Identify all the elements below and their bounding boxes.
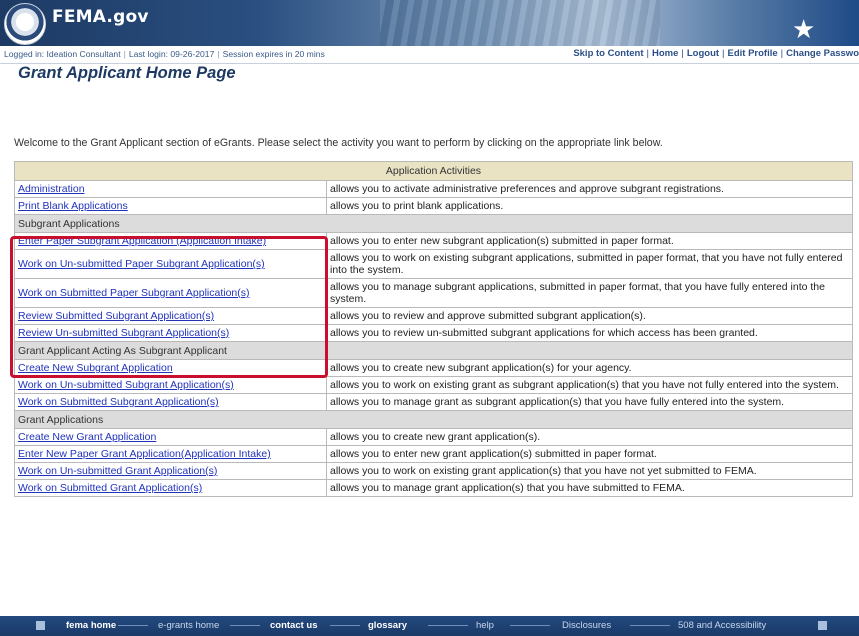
- work-on-unsubmitted-grant-link[interactable]: Work on Un-submitted Grant Application(s…: [18, 465, 217, 477]
- footer-square-icon: [36, 621, 45, 630]
- table-header: Application Activities: [14, 161, 853, 181]
- table-row: Enter Paper Subgrant Application (Applic…: [14, 232, 853, 250]
- row-description: allows you to work on existing subgrant …: [326, 249, 853, 279]
- print-blank-applications-link[interactable]: Print Blank Applications: [18, 200, 128, 212]
- section-row-acting-as-subgrant: Grant Applicant Acting As Subgrant Appli…: [14, 341, 853, 360]
- work-on-submitted-grant-link[interactable]: Work on Submitted Grant Application(s): [18, 482, 202, 494]
- session-expiry-text: Session expires in 20 mins: [222, 49, 325, 59]
- footer-disclosures-link[interactable]: Disclosures: [562, 620, 611, 631]
- footer-egrants-home-link[interactable]: e-grants home: [158, 620, 219, 631]
- edit-profile-link[interactable]: Edit Profile: [728, 48, 778, 59]
- table-row: Work on Un-submitted Subgrant Applicatio…: [14, 376, 853, 394]
- work-on-submitted-subgrant-link[interactable]: Work on Submitted Subgrant Application(s…: [18, 396, 219, 408]
- row-description: allows you to enter new grant applicatio…: [326, 445, 853, 463]
- table-row: Print Blank Applications allows you to p…: [14, 197, 853, 215]
- enter-new-paper-grant-application-link[interactable]: Enter New Paper Grant Application(Applic…: [18, 448, 271, 460]
- footer-square-icon: [818, 621, 827, 630]
- section-title: Grant Applications: [14, 410, 853, 429]
- home-link[interactable]: Home: [652, 48, 678, 59]
- table-row: Create New Subgrant Application allows y…: [14, 359, 853, 377]
- change-password-link[interactable]: Change Passwo: [786, 48, 859, 59]
- footer-fema-home-link[interactable]: fema home: [66, 620, 116, 631]
- last-login-text: Last login: 09-26-2017: [128, 49, 215, 59]
- enter-paper-subgrant-application-link[interactable]: Enter Paper Subgrant Application (Applic…: [18, 235, 266, 247]
- footer-508-accessibility-link[interactable]: 508 and Accessibility: [678, 620, 766, 631]
- session-info: Logged in: Ideation Consultant | Last logi…: [4, 49, 325, 59]
- table-row: Work on Submitted Grant Application(s) a…: [14, 479, 853, 497]
- section-title: Subgrant Applications: [14, 214, 853, 233]
- administration-link[interactable]: Administration: [18, 183, 85, 195]
- row-description: allows you to work on existing grant as …: [326, 376, 853, 394]
- status-strip: Logged in: Ideation Consultant | Last logi…: [0, 46, 859, 64]
- table-row: Work on Un-submitted Paper Subgrant Appl…: [14, 249, 853, 279]
- create-new-subgrant-application-link[interactable]: Create New Subgrant Application: [18, 362, 173, 374]
- application-activities-table: Application Activities Administration al…: [14, 161, 853, 497]
- row-description: allows you to manage grant application(s…: [326, 479, 853, 497]
- table-row: Review Submitted Subgrant Application(s)…: [14, 307, 853, 325]
- row-description: allows you to manage grant as subgrant a…: [326, 393, 853, 411]
- review-submitted-subgrant-link[interactable]: Review Submitted Subgrant Application(s): [18, 310, 214, 322]
- dhs-seal-icon: [4, 3, 46, 45]
- footer-bar: fema home e-grants home contact us gloss…: [0, 616, 859, 636]
- section-row-grant-applications: Grant Applications: [14, 410, 853, 429]
- row-description: allows you to review un-submitted subgra…: [326, 324, 853, 342]
- row-description: allows you to create new subgrant applic…: [326, 359, 853, 377]
- row-description: allows you to print blank applications.: [326, 197, 853, 215]
- row-description: allows you to review and approve submitt…: [326, 307, 853, 325]
- logged-in-text: Logged in: Ideation Consultant: [4, 49, 121, 59]
- work-on-unsubmitted-paper-subgrant-link[interactable]: Work on Un-submitted Paper Subgrant Appl…: [18, 258, 265, 270]
- section-title: Grant Applicant Acting As Subgrant Appli…: [14, 341, 853, 360]
- create-new-grant-application-link[interactable]: Create New Grant Application: [18, 431, 156, 443]
- footer-glossary-link[interactable]: glossary: [368, 620, 407, 631]
- work-on-unsubmitted-subgrant-link[interactable]: Work on Un-submitted Subgrant Applicatio…: [18, 379, 234, 391]
- row-description: allows you to create new grant applicati…: [326, 428, 853, 446]
- table-row: Work on Un-submitted Grant Application(s…: [14, 462, 853, 480]
- footer-help-link[interactable]: help: [476, 620, 494, 631]
- banner-photo: [380, 0, 660, 46]
- logout-link[interactable]: Logout: [687, 48, 719, 59]
- footer-contact-us-link[interactable]: contact us: [270, 620, 318, 631]
- header-banner: FEMA.gov ★: [0, 0, 859, 46]
- row-description: allows you to manage subgrant applicatio…: [326, 278, 853, 308]
- welcome-text: Welcome to the Grant Applicant section o…: [14, 137, 663, 149]
- star-icon: ★: [792, 14, 816, 44]
- page-title: Grant Applicant Home Page: [18, 64, 236, 82]
- section-row-subgrant-applications: Subgrant Applications: [14, 214, 853, 233]
- row-description: allows you to work on existing grant app…: [326, 462, 853, 480]
- work-on-submitted-paper-subgrant-link[interactable]: Work on Submitted Paper Subgrant Applica…: [18, 287, 250, 299]
- top-nav: Skip to Content | Home | Logout | Edit Profile…: [573, 48, 859, 59]
- review-unsubmitted-subgrant-link[interactable]: Review Un-submitted Subgrant Application…: [18, 327, 229, 339]
- table-row: Review Un-submitted Subgrant Application…: [14, 324, 853, 342]
- table-row: Enter New Paper Grant Application(Applic…: [14, 445, 853, 463]
- skip-to-content-link[interactable]: Skip to Content: [573, 48, 643, 59]
- table-row: Create New Grant Application allows you …: [14, 428, 853, 446]
- table-row: Work on Submitted Subgrant Application(s…: [14, 393, 853, 411]
- row-description: allows you to activate administrative pr…: [326, 180, 853, 198]
- brand-logo-text[interactable]: FEMA.gov: [52, 7, 149, 27]
- table-header-row: Application Activities: [14, 161, 853, 181]
- row-description: allows you to enter new subgrant applica…: [326, 232, 853, 250]
- table-row: Work on Submitted Paper Subgrant Applica…: [14, 278, 853, 308]
- table-row: Administration allows you to activate ad…: [14, 180, 853, 198]
